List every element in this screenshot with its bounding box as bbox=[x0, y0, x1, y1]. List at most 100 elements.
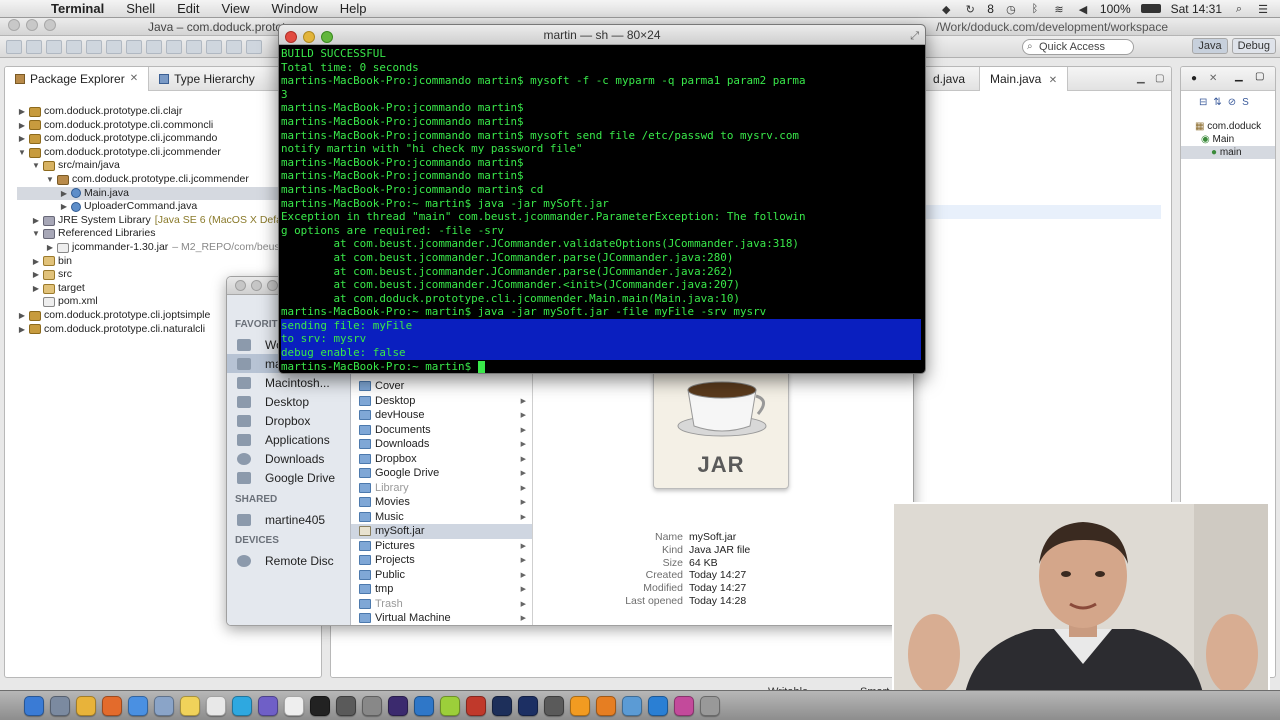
dropbox-status-icon[interactable]: ◆ bbox=[939, 3, 953, 16]
illustrator-app-icon[interactable] bbox=[570, 695, 590, 716]
new-java-project-icon[interactable] bbox=[126, 39, 142, 54]
maximize-icon[interactable]: ▢ bbox=[1255, 71, 1264, 82]
xcode-app-icon[interactable] bbox=[414, 695, 434, 716]
hide-fields-icon[interactable]: ⊘ bbox=[1228, 97, 1236, 108]
external-tools-icon[interactable] bbox=[106, 39, 122, 54]
zoom-button[interactable] bbox=[321, 31, 333, 43]
android-app-icon[interactable] bbox=[440, 695, 460, 716]
sidebar-item-google-drive[interactable]: Google Drive bbox=[227, 468, 350, 487]
expand-arrow-icon[interactable]: ▶ bbox=[17, 323, 27, 337]
tab-type-hierarchy[interactable]: Type Hierarchy bbox=[149, 67, 265, 91]
tree-item[interactable]: ▶ UploaderCommand.java bbox=[17, 200, 321, 214]
status-count[interactable]: 8 bbox=[987, 2, 994, 16]
safari-app-icon[interactable] bbox=[128, 695, 148, 716]
fullscreen-icon[interactable]: ⤢ bbox=[910, 26, 919, 46]
tree-item[interactable]: ▼ Referenced Libraries bbox=[17, 227, 321, 241]
sidebar-item-applications[interactable]: Applications bbox=[227, 430, 350, 449]
outline-item-class[interactable]: ◉ Main bbox=[1181, 133, 1275, 146]
close-icon[interactable]: ✕ bbox=[1209, 73, 1217, 84]
calendar-app-icon[interactable] bbox=[206, 695, 226, 716]
sidebar-item-desktop[interactable]: Desktop bbox=[227, 392, 350, 411]
tree-item[interactable]: ▶ JRE System Library [Java SE 6 (MacOS X D… bbox=[17, 214, 321, 228]
finder-app-icon[interactable] bbox=[24, 695, 44, 716]
photoshop-app-icon[interactable] bbox=[518, 695, 538, 716]
minimize-icon[interactable]: ▁ bbox=[1137, 73, 1145, 84]
finder-column-item[interactable]: Movies ▶ bbox=[351, 495, 532, 510]
battery-icon[interactable] bbox=[1140, 4, 1161, 13]
finder-column-item[interactable]: Pictures ▶ bbox=[351, 539, 532, 554]
tree-item[interactable]: ▶ Main.java bbox=[17, 186, 321, 201]
finder-column-item[interactable]: devHouse ▶ bbox=[351, 408, 532, 423]
tree-item[interactable]: ▶ com.doduck.prototype.cli.commoncli bbox=[17, 119, 321, 133]
eclipse-app-icon[interactable] bbox=[388, 695, 408, 716]
finder-column-item[interactable]: Work▶ bbox=[351, 626, 532, 627]
menu-app-name[interactable]: Terminal bbox=[40, 1, 115, 16]
sidebar-item-remote-disc[interactable]: Remote Disc bbox=[227, 551, 350, 570]
close-icon[interactable]: ✕ bbox=[130, 73, 138, 84]
back-icon[interactable] bbox=[226, 39, 242, 54]
finder-column-item[interactable]: Music ▶ bbox=[351, 510, 532, 525]
terminal-output[interactable]: BUILD SUCCESSFUL Total time: 0 seconds mar… bbox=[279, 45, 925, 373]
finder-column-item[interactable]: Cover bbox=[351, 379, 532, 394]
tree-item[interactable]: ▶ bin bbox=[17, 255, 321, 269]
finder-column-item[interactable]: Documents ▶ bbox=[351, 423, 532, 438]
chrome-app-icon[interactable] bbox=[76, 695, 96, 716]
activity-monitor-app-icon[interactable] bbox=[336, 695, 356, 716]
close-icon[interactable]: ✕ bbox=[1049, 75, 1057, 86]
preview-app-icon[interactable] bbox=[622, 695, 642, 716]
menu-help[interactable]: Help bbox=[329, 1, 378, 16]
close-button[interactable] bbox=[285, 31, 297, 43]
open-type-icon[interactable] bbox=[186, 39, 202, 54]
sidebar-item-shared-computer[interactable]: martine405 bbox=[227, 510, 350, 529]
expand-arrow-icon[interactable]: ▶ bbox=[17, 105, 27, 119]
expand-arrow-icon[interactable]: ▶ bbox=[31, 282, 41, 296]
quick-access-input[interactable]: ⌕ Quick Access bbox=[1022, 39, 1134, 55]
editor-tab-main-java[interactable]: Main.java ✕ bbox=[979, 67, 1069, 91]
menu-view[interactable]: View bbox=[211, 1, 261, 16]
finder-column-item[interactable]: Dropbox ▶ bbox=[351, 452, 532, 467]
sidebar-item-macintosh-hd[interactable]: Macintosh... bbox=[227, 373, 350, 392]
finder-column-item[interactable]: Trash ▶ bbox=[351, 597, 532, 612]
clock[interactable]: Sat 14:31 bbox=[1171, 2, 1222, 16]
tab-package-explorer[interactable]: Package Explorer ✕ bbox=[5, 67, 150, 91]
new-class-icon[interactable] bbox=[166, 39, 182, 54]
debug-icon[interactable] bbox=[66, 39, 82, 54]
collapse-arrow-icon[interactable]: ▼ bbox=[45, 173, 55, 187]
search-icon[interactable] bbox=[206, 39, 222, 54]
vlc-app-icon[interactable] bbox=[596, 695, 616, 716]
save-icon[interactable] bbox=[26, 39, 42, 54]
new-icon[interactable] bbox=[6, 39, 22, 54]
tree-item[interactable]: ▶ jcommander-1.30.jar – M2_REPO/com/beust bbox=[17, 241, 321, 255]
expand-arrow-icon[interactable]: ▶ bbox=[17, 132, 27, 146]
print-icon[interactable] bbox=[46, 39, 62, 54]
tree-item[interactable]: ▼ com.doduck.prototype.cli.jcommender bbox=[17, 146, 321, 160]
finder-column-item[interactable]: tmp ▶ bbox=[351, 582, 532, 597]
tree-item[interactable]: ▼ com.doduck.prototype.cli.jcommender bbox=[17, 173, 321, 187]
outline-item-package[interactable]: ▦ com.doduck bbox=[1181, 120, 1275, 133]
tree-item[interactable]: ▼ src/main/java bbox=[17, 159, 321, 173]
finder-column-item[interactable]: Public ▶ bbox=[351, 568, 532, 583]
minimize-icon[interactable]: ▁ bbox=[1235, 71, 1243, 82]
filezilla-app-icon[interactable] bbox=[466, 695, 486, 716]
bluetooth-icon[interactable]: ᛒ bbox=[1028, 3, 1042, 15]
notification-center-icon[interactable]: ☰ bbox=[1256, 3, 1270, 16]
notes-app-icon[interactable] bbox=[180, 695, 200, 716]
outline-item-method[interactable]: ● main bbox=[1181, 146, 1275, 159]
skype-app-icon[interactable] bbox=[232, 695, 252, 716]
finder-column-item[interactable]: Google Drive ▶ bbox=[351, 466, 532, 481]
lightroom-app-icon[interactable] bbox=[492, 695, 512, 716]
collapse-all-icon[interactable]: ⊟ bbox=[1199, 97, 1207, 108]
finder-column-item[interactable]: Virtual Machine ▶ bbox=[351, 611, 532, 625]
forward-icon[interactable] bbox=[246, 39, 262, 54]
music-app-icon[interactable] bbox=[674, 695, 694, 716]
expand-arrow-icon[interactable]: ▶ bbox=[17, 309, 27, 323]
sidebar-item-downloads[interactable]: Downloads bbox=[227, 449, 350, 468]
new-package-icon[interactable] bbox=[146, 39, 162, 54]
launchpad-app-icon[interactable] bbox=[50, 695, 70, 716]
expand-arrow-icon[interactable]: ▶ bbox=[31, 268, 41, 282]
menu-shell[interactable]: Shell bbox=[115, 1, 166, 16]
perspective-java[interactable]: Java bbox=[1192, 38, 1228, 54]
sort-icon[interactable]: ⇅ bbox=[1213, 97, 1221, 108]
tree-item[interactable]: ▶ com.doduck.prototype.cli.clajr bbox=[17, 105, 321, 119]
outline-icon[interactable]: ● bbox=[1191, 73, 1197, 84]
